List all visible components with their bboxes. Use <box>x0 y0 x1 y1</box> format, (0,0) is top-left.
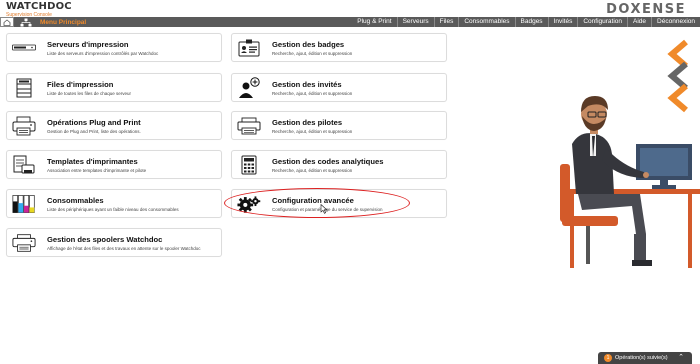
printer-queue-icon <box>12 77 36 99</box>
tile-title: Serveurs d'impression <box>47 40 129 49</box>
tile-gestion-invites[interactable]: Gestion des invités Recherche, ajout, éd… <box>231 73 447 102</box>
nav-badges[interactable]: Badges <box>514 17 548 27</box>
tile-gestion-codes-analytiques[interactable]: Gestion des codes analytiques Recherche,… <box>231 150 447 179</box>
tile-files-impression[interactable]: Files d'impression Liste de toutes les f… <box>6 73 222 102</box>
tile-description: Liste de toutes les files de chaque serv… <box>47 91 132 96</box>
chevron-up-icon[interactable]: ⌃ <box>678 353 684 361</box>
tile-title: Gestion des codes analytiques <box>272 157 384 166</box>
nav-serveurs[interactable]: Serveurs <box>396 17 434 27</box>
nav-plug-print[interactable]: Plug & Print <box>352 17 396 27</box>
badge-icon <box>237 37 261 59</box>
nav-deconnexion[interactable]: Déconnexion <box>651 17 700 27</box>
tile-description: Association entre templates d'imprimante… <box>47 168 147 173</box>
doxense-chevron-logo <box>667 39 688 113</box>
tile-description: Liste des périphériques ayant un faible … <box>47 207 179 212</box>
tile-description: Affichage de l'état des files et des tra… <box>47 246 201 251</box>
calculator-icon <box>237 154 261 176</box>
tile-description: Recherche, ajout, édition et suppression <box>272 51 353 56</box>
office-worker-illustration <box>560 39 700 268</box>
operations-status-pill[interactable]: 1 Opération(s) suivie(s) ⌃ <box>598 352 692 364</box>
tile-title: Templates d'imprimantes <box>47 157 138 166</box>
nav-aide[interactable]: Aide <box>627 17 651 27</box>
tile-description: Recherche, ajout, édition et suppression <box>272 168 353 173</box>
plug-print-icon <box>12 115 36 137</box>
tile-description: Recherche, ajout, édition et suppression <box>272 129 353 134</box>
logo-text: WATCHDOC <box>6 1 72 12</box>
tile-gestion-pilotes[interactable]: Gestion des pilotes Recherche, ajout, éd… <box>231 111 447 140</box>
tile-serveurs-impression[interactable]: Serveurs d'impression Liste des serveurs… <box>6 33 222 62</box>
add-guest-icon <box>237 77 261 99</box>
organization-button[interactable] <box>18 17 34 27</box>
home-icon <box>3 18 11 26</box>
mouse-cursor-icon <box>320 204 328 214</box>
tile-title: Gestion des invités <box>272 80 342 89</box>
server-icon <box>12 37 36 59</box>
operations-status-label: Opération(s) suivie(s) <box>615 355 668 361</box>
home-button[interactable] <box>0 17 14 27</box>
menu-principal-label[interactable]: Menu Principal <box>40 19 86 26</box>
nav-files[interactable]: Files <box>433 17 459 27</box>
tile-title: Gestion des spoolers Watchdoc <box>47 235 163 244</box>
operations-count-badge: 1 <box>604 354 612 362</box>
tile-title: Files d'impression <box>47 80 114 89</box>
driver-icon <box>237 115 261 137</box>
tile-configuration-avancee[interactable]: Configuration avancée Configuration et p… <box>231 189 447 218</box>
template-icon <box>12 154 36 176</box>
tile-title: Gestion des pilotes <box>272 118 343 127</box>
tile-title: Consommables <box>47 196 104 205</box>
tile-description: Liste des serveurs d'impression contrôlé… <box>47 51 159 56</box>
nav-configuration[interactable]: Configuration <box>577 17 627 27</box>
spooler-icon <box>12 232 36 254</box>
tile-description: Gestion de Plug and Print, liste des opé… <box>47 129 141 134</box>
hierarchy-icon <box>20 18 32 26</box>
tile-consommables[interactable]: Consommables Liste des périphériques aya… <box>6 189 222 218</box>
tile-title: Configuration avancée <box>272 196 354 205</box>
main-navbar: Menu Principal Plug & Print Serveurs Fil… <box>0 17 700 27</box>
tile-title: Gestion des badges <box>272 40 345 49</box>
tile-title: Opérations Plug and Print <box>47 118 141 127</box>
tile-gestion-spoolers[interactable]: Gestion des spoolers Watchdoc Affichage … <box>6 228 222 257</box>
tile-operations-plug-print[interactable]: Opérations Plug and Print Gestion de Plu… <box>6 111 222 140</box>
doxense-brand: DOXENSE <box>606 2 686 17</box>
gears-icon <box>237 193 261 215</box>
nav-invites[interactable]: Invités <box>547 17 578 27</box>
toner-icon <box>12 193 36 215</box>
tile-templates-imprimantes[interactable]: Templates d'imprimantes Association entr… <box>6 150 222 179</box>
tile-description: Recherche, ajout, édition et suppression <box>272 91 353 96</box>
tile-gestion-badges[interactable]: Gestion des badges Recherche, ajout, édi… <box>231 33 447 62</box>
nav-consommables[interactable]: Consommables <box>458 17 514 27</box>
watchdoc-logo[interactable]: WATCHDOC Supervision Console <box>6 2 72 18</box>
